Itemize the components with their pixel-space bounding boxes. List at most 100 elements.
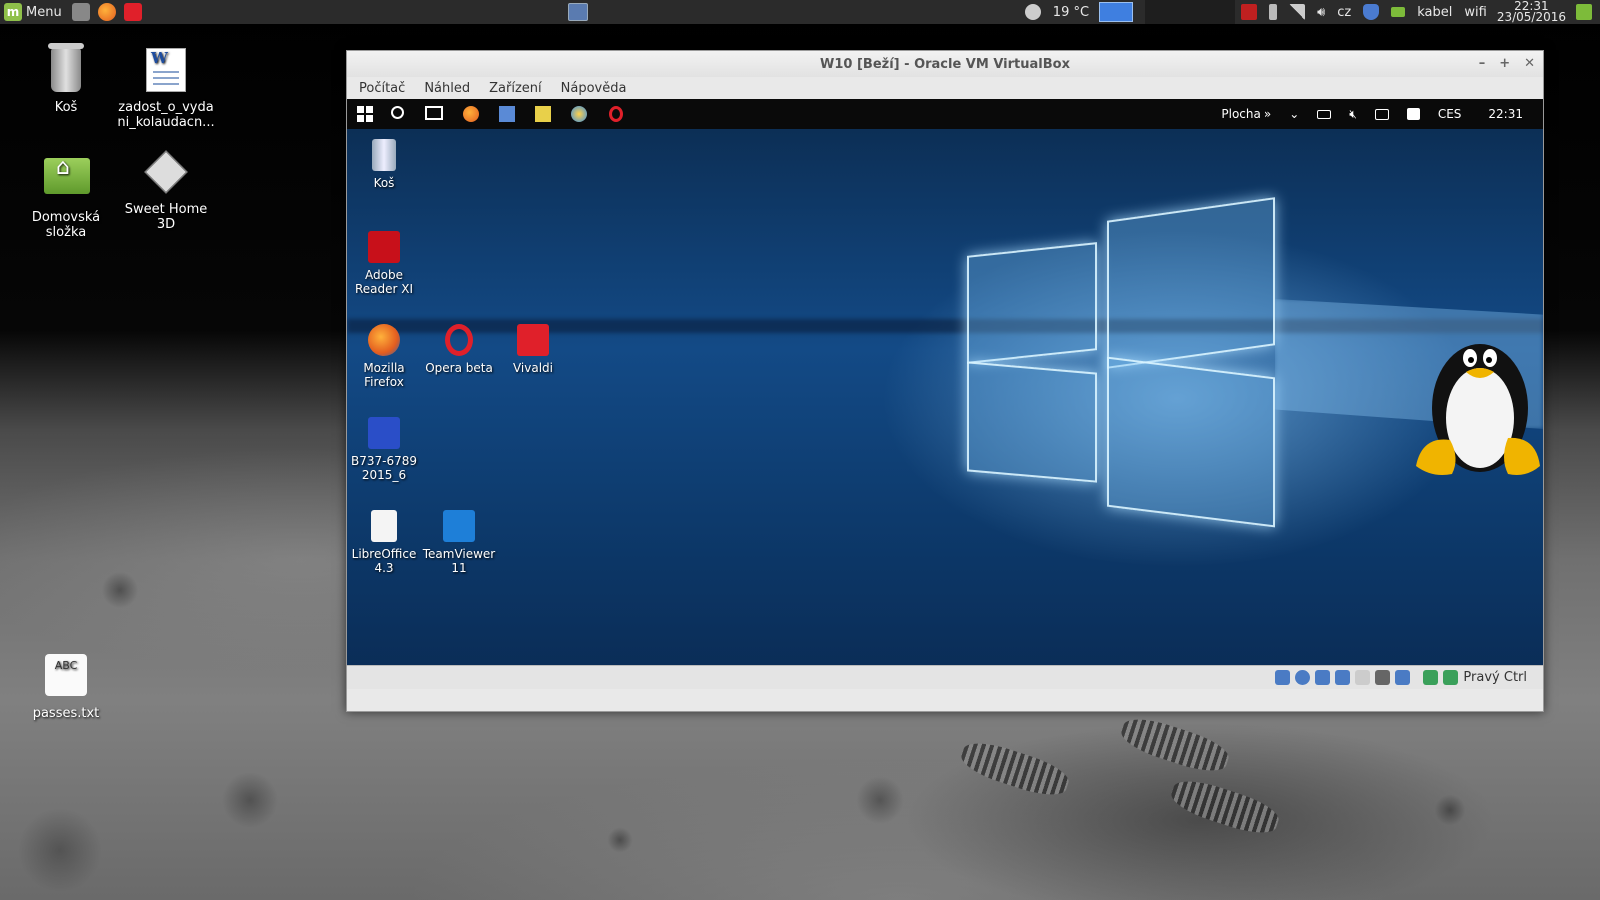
desktop-icon-home[interactable]: Domovská složka	[16, 152, 116, 240]
video-capture-icon[interactable]	[1395, 670, 1411, 685]
workspace-switcher[interactable]	[1099, 2, 1134, 22]
firefox-icon[interactable]	[97, 3, 116, 21]
clock-date: 23/05/2016	[1496, 10, 1566, 24]
adobe-reader-icon	[368, 231, 400, 263]
notification-icon[interactable]	[1406, 108, 1420, 120]
battery-icon[interactable]	[1391, 7, 1406, 17]
desktop-icon-sweethome[interactable]: Sweet Home 3D	[116, 150, 216, 232]
notepad-icon[interactable]	[535, 106, 551, 122]
desktop-icon-label: Koš	[54, 100, 78, 115]
network-wired-label[interactable]: kabel	[1417, 5, 1452, 20]
virtualbox-window: W10 [Beží] - Oracle VM VirtualBox – + ✕ …	[346, 50, 1544, 712]
guest-icon-vivaldi[interactable]: Vivaldi	[496, 324, 570, 375]
optical-drive-icon[interactable]	[1295, 670, 1311, 685]
guest-icon-teamviewer[interactable]: TeamViewer 11	[422, 510, 496, 575]
chevron-down-icon[interactable]: ⌄	[1289, 107, 1299, 121]
desktop-icon-label: Domovská složka	[31, 210, 101, 240]
menu-napoveda[interactable]: Nápověda	[561, 81, 627, 96]
firefox-icon[interactable]	[463, 106, 479, 122]
menu-button[interactable]: m Menu	[0, 0, 62, 24]
clock[interactable]: 22:31 23/05/2016	[1496, 0, 1566, 24]
windows-start-icon[interactable]	[357, 106, 373, 122]
computer-icon[interactable]	[499, 106, 515, 122]
key-icon[interactable]	[1269, 4, 1278, 20]
mute-icon[interactable]: 🔇︎	[1349, 107, 1357, 122]
wallpaper-pane	[1107, 197, 1275, 369]
weather-text[interactable]: 19 °C	[1053, 5, 1089, 20]
vbox-statusbar: Pravý Ctrl	[347, 665, 1543, 689]
libreoffice-icon	[371, 510, 397, 542]
trash-icon	[44, 43, 88, 94]
taskbar-clock[interactable]: 22:31	[1488, 107, 1523, 121]
shield-icon[interactable]	[1363, 4, 1380, 20]
guest-icon-label: TeamViewer 11	[422, 547, 496, 575]
menu-pocitac[interactable]: Počítač	[359, 81, 405, 96]
guest-icon-label: LibreOffice 4.3	[351, 547, 417, 575]
guest-icon-label: Opera beta	[425, 361, 493, 375]
guest-icon-opera[interactable]: Opera beta	[422, 324, 496, 375]
update-icon[interactable]	[1576, 4, 1592, 20]
vivaldi-icon	[517, 324, 549, 356]
vbox-menubar: Počítač Náhled Zařízení Nápověda	[347, 77, 1543, 99]
guest-icon-libreoffice[interactable]: LibreOffice 4.3	[347, 510, 421, 575]
sweethome3d-icon	[144, 150, 188, 196]
guest-icon-adobe[interactable]: Adobe Reader XI	[347, 231, 421, 296]
menu-zarizeni[interactable]: Zařízení	[489, 81, 542, 96]
audio-icon[interactable]	[1315, 670, 1331, 685]
workspace-switcher-empty[interactable]	[1145, 0, 1236, 24]
tux-penguin-icon	[1416, 344, 1540, 475]
network-icon[interactable]	[1335, 670, 1351, 685]
guest-icon-label: Koš	[373, 176, 395, 190]
linux-mint-icon: m	[4, 3, 22, 21]
window-titlebar[interactable]: W10 [Beží] - Oracle VM VirtualBox – + ✕	[347, 51, 1543, 77]
guest-icon-b737[interactable]: B737-6789 2015_6	[347, 417, 421, 482]
network-icon[interactable]	[1374, 108, 1389, 120]
opera-icon	[445, 324, 473, 356]
minimize-button[interactable]: –	[1479, 56, 1486, 71]
virtualbox-task-icon[interactable]	[568, 3, 588, 21]
close-button[interactable]: ✕	[1524, 56, 1535, 71]
opera-icon[interactable]	[609, 106, 623, 122]
hard-disk-icon[interactable]	[1275, 670, 1291, 685]
signal-icon[interactable]	[1289, 4, 1306, 20]
search-icon[interactable]	[391, 106, 404, 119]
firefox-icon	[368, 324, 400, 356]
teamviewer-icon	[443, 510, 475, 542]
desktop-icon-trash[interactable]: Koš	[16, 43, 116, 115]
chrome-icon[interactable]	[571, 106, 587, 122]
record-icon[interactable]	[1241, 4, 1258, 20]
maximize-button[interactable]: +	[1499, 56, 1510, 71]
desktop-icon-document[interactable]: W zadost_o_vyda ni_kolaudacn...	[116, 48, 216, 130]
mouse-integration-icon[interactable]	[1423, 670, 1439, 685]
desktop-icon-passes[interactable]: ABC passes.txt	[16, 654, 116, 721]
volume-icon[interactable]: 🔊︎	[1317, 5, 1325, 20]
usb-icon[interactable]	[1355, 670, 1371, 685]
menu-nahled[interactable]: Náhled	[424, 81, 470, 96]
guest-icon-trash[interactable]: Koš	[347, 139, 421, 190]
wallpaper-pane	[967, 361, 1097, 483]
guest-screen[interactable]: Plocha » ⌄ 🔇︎ CES 22:31 Koš Adobe Reader…	[347, 99, 1543, 689]
system-tray: 19 °C 🔊︎ cz kabel wifi 22:31 23/05/2016	[1019, 0, 1600, 24]
weather-icon	[1024, 4, 1041, 20]
keyboard-layout[interactable]: cz	[1337, 5, 1351, 20]
show-desktop-icon[interactable]	[71, 3, 90, 21]
host-key-icon	[1443, 670, 1459, 685]
wallpaper-pane	[1107, 356, 1275, 528]
battery-icon[interactable]	[1317, 109, 1332, 119]
shared-folders-icon[interactable]	[1375, 670, 1391, 685]
guest-icon-label: Vivaldi	[512, 361, 554, 375]
desktop-toolbar-label[interactable]: Plocha	[1221, 107, 1260, 121]
window-title: W10 [Beží] - Oracle VM VirtualBox	[820, 56, 1070, 72]
wallpaper-pane	[967, 242, 1097, 364]
desktop-icon-label: passes.txt	[32, 706, 100, 721]
windows-taskbar: Plocha » ⌄ 🔇︎ CES 22:31	[347, 99, 1543, 129]
recycle-bin-icon	[372, 139, 396, 171]
language-indicator[interactable]: CES	[1438, 107, 1462, 121]
vivaldi-icon[interactable]	[123, 3, 142, 21]
network-wifi-label[interactable]: wifi	[1464, 5, 1486, 20]
guest-icon-firefox[interactable]: Mozilla Firefox	[347, 324, 421, 389]
chevron-right-icon[interactable]: »	[1264, 107, 1271, 121]
menu-label: Menu	[26, 4, 62, 20]
task-view-icon[interactable]	[425, 106, 443, 120]
host-key-label: Pravý Ctrl	[1463, 670, 1527, 685]
